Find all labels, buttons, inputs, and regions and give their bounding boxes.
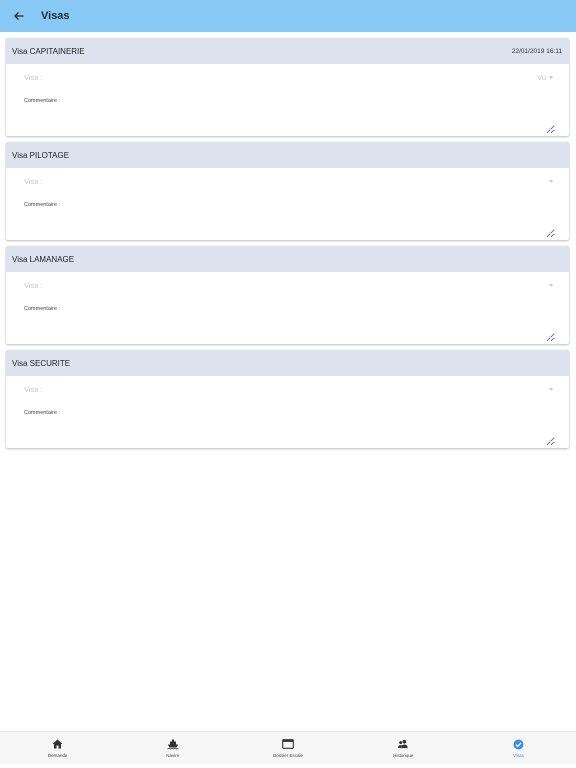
visa-label: Visa : — [24, 72, 43, 82]
comment-label: Commentaire : — [24, 306, 61, 312]
back-button[interactable] — [9, 6, 29, 26]
visa-card-pilotage: Visa PILOTAGE Visa : Commentaire : — [6, 142, 569, 240]
resize-handle-icon[interactable] — [549, 336, 551, 338]
caret-down-icon — [549, 179, 553, 183]
visa-label: Visa : — [24, 384, 43, 394]
card-title: Visa CAPITAINERIE — [12, 46, 85, 56]
resize-handle-icon[interactable] — [549, 128, 551, 130]
nav-item-historique[interactable]: Historique — [346, 732, 461, 764]
folder-window-icon — [282, 738, 294, 750]
check-circle-icon — [512, 738, 524, 750]
visa-card-lamanage: Visa LAMANAGE Visa : Commentaire : — [6, 246, 569, 344]
card-header: Visa PILOTAGE — [6, 142, 569, 168]
caret-down-icon — [549, 283, 553, 287]
card-header: Visa CAPITAINERIE 22/01/2019 16:11 — [6, 38, 569, 64]
home-icon — [52, 738, 64, 750]
resize-handle-icon[interactable] — [549, 232, 551, 234]
resize-handle-icon[interactable] — [549, 440, 551, 442]
card-title: Visa PILOTAGE — [12, 150, 70, 160]
nav-label: Visas — [512, 753, 524, 758]
visa-label: Visa : — [24, 280, 43, 290]
nav-item-demande[interactable]: Demande — [0, 732, 115, 764]
arrow-left-icon — [14, 12, 24, 20]
nav-label: Navire — [166, 753, 180, 758]
nav-label: Historique — [393, 753, 414, 758]
visa-select[interactable]: Visa : — [24, 279, 553, 291]
nav-item-visas[interactable]: Visas — [461, 732, 576, 764]
caret-down-icon — [549, 75, 553, 79]
caret-down-icon — [549, 387, 553, 391]
card-date: 22/01/2019 16:11 — [511, 47, 562, 55]
visa-select[interactable]: Visa : Vu — [24, 71, 553, 83]
comment-input[interactable] — [24, 418, 555, 446]
card-title: Visa LAMANAGE — [12, 254, 75, 264]
nav-label: Dossier Escale — [273, 753, 304, 758]
nav-label: Demande — [47, 753, 68, 758]
comment-input[interactable] — [24, 314, 555, 342]
ship-icon — [167, 738, 179, 750]
visa-card-list: Visa CAPITAINERIE 22/01/2019 16:11 Visa … — [6, 38, 569, 454]
nav-item-dossier-escale[interactable]: Dossier Escale — [230, 732, 345, 764]
comment-input[interactable] — [24, 210, 555, 238]
comment-label: Commentaire : — [24, 410, 61, 416]
comment-input[interactable] — [24, 106, 555, 134]
visa-label: Visa : — [24, 176, 43, 186]
card-header: Visa SECURITE — [6, 350, 569, 376]
comment-label: Commentaire : — [24, 202, 61, 208]
visa-select[interactable]: Visa : — [24, 383, 553, 395]
card-title: Visa SECURITE — [12, 358, 71, 368]
visa-value: Vu — [537, 72, 546, 82]
visa-select[interactable]: Visa : — [24, 175, 553, 187]
people-icon — [397, 738, 409, 750]
bottom-navigation: Demande Navire Dossier Escale Historique… — [0, 731, 576, 764]
card-header: Visa LAMANAGE — [6, 246, 569, 272]
visa-card-capitainerie: Visa CAPITAINERIE 22/01/2019 16:11 Visa … — [6, 38, 569, 136]
nav-item-navire[interactable]: Navire — [115, 732, 230, 764]
page-title: Visas — [41, 10, 70, 22]
app-bar: Visas — [0, 0, 576, 32]
comment-label: Commentaire : — [24, 98, 61, 104]
visa-card-securite: Visa SECURITE Visa : Commentaire : — [6, 350, 569, 448]
